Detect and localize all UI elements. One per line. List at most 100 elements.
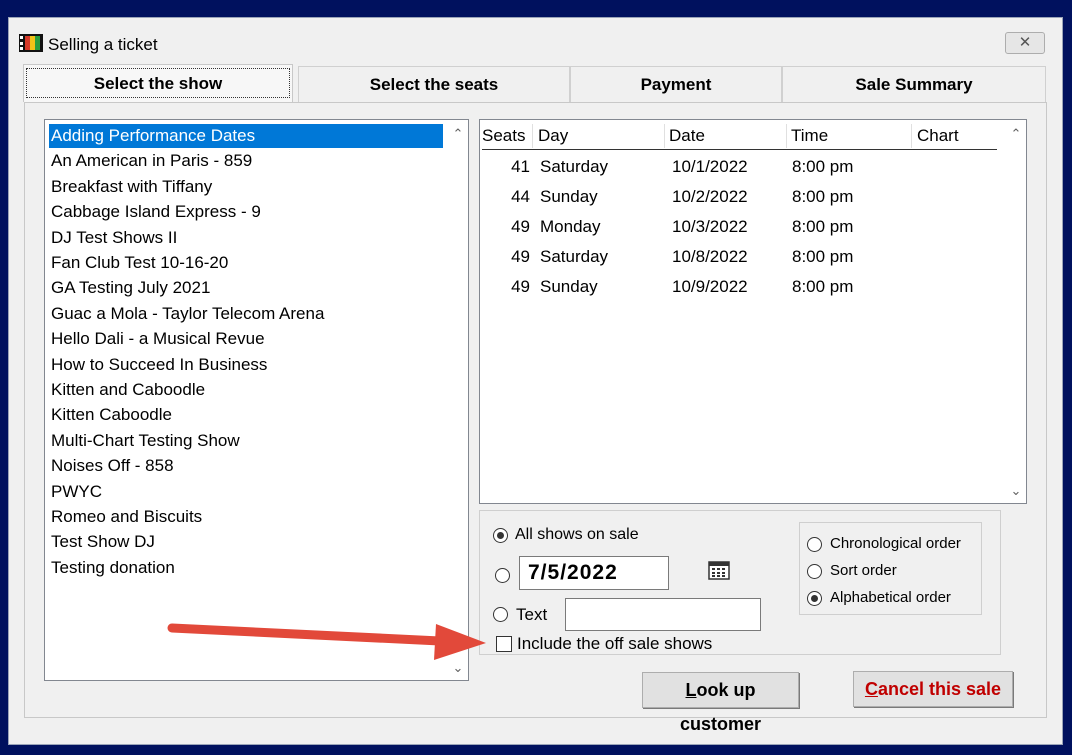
scroll-down-icon[interactable]: ⌄ xyxy=(448,660,468,676)
title-bar[interactable]: Selling a ticket ✕ xyxy=(9,18,1062,66)
show-list-item[interactable]: Adding Performance Dates xyxy=(49,124,443,148)
sort-order-label[interactable]: Sort order xyxy=(830,562,897,579)
col-header-seats[interactable]: Seats xyxy=(482,124,525,148)
cell-seats: 41 xyxy=(511,157,530,176)
scroll-up-icon[interactable]: ⌃ xyxy=(448,126,468,142)
selling-ticket-window: Selling a ticket ✕ Select the show Selec… xyxy=(8,17,1063,745)
cell-day: Sunday xyxy=(540,277,598,296)
show-list-item[interactable]: Guac a Mola - Taylor Telecom Arena xyxy=(49,302,443,326)
performance-row[interactable]: 44 Sunday 10/2/2022 8:00 pm xyxy=(480,182,1000,212)
performance-list[interactable]: Seats Day Date Time Chart 41 Saturday 10/1… xyxy=(479,119,1027,504)
date-radio[interactable] xyxy=(495,568,510,583)
cell-time: 8:00 pm xyxy=(792,217,854,236)
cell-chart xyxy=(917,272,987,302)
cell-chart xyxy=(917,242,987,272)
cell-chart xyxy=(917,152,987,182)
sort-order-radio[interactable] xyxy=(807,564,822,579)
performance-row[interactable]: 41 Saturday 10/1/2022 8:00 pm xyxy=(480,152,1000,182)
lookup-mnemonic: L xyxy=(685,680,697,700)
cancel-label: ancel this sale xyxy=(877,679,1002,699)
cell-time: 8:00 pm xyxy=(792,277,854,296)
col-separator[interactable] xyxy=(664,124,665,148)
performance-row[interactable]: 49 Saturday 10/8/2022 8:00 pm xyxy=(480,242,1000,272)
cell-date: 10/3/2022 xyxy=(672,217,748,236)
alphabetical-label[interactable]: Alphabetical order xyxy=(830,589,951,606)
alphabetical-radio[interactable] xyxy=(807,591,822,606)
calendar-icon[interactable] xyxy=(704,558,734,584)
show-list-item[interactable]: DJ Test Shows II xyxy=(49,226,443,250)
tab-select-seats[interactable]: Select the seats xyxy=(298,66,570,102)
cell-seats: 49 xyxy=(511,217,530,236)
show-list-item[interactable]: Test Show DJ xyxy=(49,530,443,554)
cell-time: 8:00 pm xyxy=(792,187,854,206)
text-search-field[interactable] xyxy=(565,598,761,631)
include-off-sale-checkbox[interactable] xyxy=(496,636,512,652)
tab-sale-summary[interactable]: Sale Summary xyxy=(782,66,1046,102)
cell-chart xyxy=(917,212,987,242)
tab-payment-label: Payment xyxy=(640,75,712,94)
date-field[interactable]: 7/5/2022 xyxy=(519,556,669,590)
all-shows-radio[interactable] xyxy=(493,528,508,543)
cell-time: 8:00 pm xyxy=(792,157,854,176)
tab-payment[interactable]: Payment xyxy=(570,66,782,102)
cancel-sale-button[interactable]: Cancel this sale xyxy=(853,671,1013,707)
cell-chart xyxy=(917,182,987,212)
col-separator[interactable] xyxy=(532,124,533,148)
col-header-time[interactable]: Time xyxy=(791,124,828,148)
show-list[interactable]: Adding Performance Dates An American in P… xyxy=(44,119,469,681)
show-list-item[interactable]: An American in Paris - 859 xyxy=(49,149,443,173)
cell-day: Monday xyxy=(540,217,601,236)
text-radio-label[interactable]: Text xyxy=(516,605,547,625)
tab-select-show-label: Select the show xyxy=(26,68,290,98)
cell-day: Sunday xyxy=(540,187,598,206)
cell-seats: 49 xyxy=(511,247,530,266)
chronological-label[interactable]: Chronological order xyxy=(830,535,961,552)
col-separator[interactable] xyxy=(911,124,912,148)
text-radio[interactable] xyxy=(493,607,508,622)
window-title: Selling a ticket xyxy=(48,35,158,54)
show-list-item[interactable]: PWYC xyxy=(49,480,443,504)
performance-row[interactable]: 49 Sunday 10/9/2022 8:00 pm xyxy=(480,272,1000,302)
tab-select-show[interactable]: Select the show xyxy=(23,64,293,102)
cell-seats: 49 xyxy=(511,277,530,296)
col-header-day[interactable]: Day xyxy=(538,124,568,148)
show-list-item[interactable]: Multi-Chart Testing Show xyxy=(49,429,443,453)
show-list-item[interactable]: Kitten and Caboodle xyxy=(49,378,443,402)
header-divider xyxy=(482,149,997,150)
cell-time: 8:00 pm xyxy=(792,247,854,266)
cell-date: 10/9/2022 xyxy=(672,277,748,296)
col-header-date[interactable]: Date xyxy=(669,124,705,148)
performance-row[interactable]: 49 Monday 10/3/2022 8:00 pm xyxy=(480,212,1000,242)
scroll-up-icon[interactable]: ⌃ xyxy=(1006,126,1026,142)
film-strip-icon xyxy=(19,34,43,52)
scroll-down-icon[interactable]: ⌄ xyxy=(1006,483,1026,499)
show-list-item[interactable]: Noises Off - 858 xyxy=(49,454,443,478)
cancel-mnemonic: C xyxy=(864,679,878,699)
show-list-item[interactable]: How to Succeed In Business xyxy=(49,353,443,377)
show-list-item[interactable]: GA Testing July 2021 xyxy=(49,276,443,300)
show-list-item[interactable]: Breakfast with Tiffany xyxy=(49,175,443,199)
cell-seats: 44 xyxy=(511,187,530,206)
show-list-item[interactable]: Hello Dali - a Musical Revue xyxy=(49,327,443,351)
look-up-customer-button[interactable]: Look up customer xyxy=(642,672,799,734)
close-button[interactable]: ✕ xyxy=(1005,32,1045,54)
col-header-chart[interactable]: Chart xyxy=(917,124,959,148)
cell-date: 10/2/2022 xyxy=(672,187,748,206)
col-separator[interactable] xyxy=(786,124,787,148)
include-off-sale-label[interactable]: Include the off sale shows xyxy=(517,634,712,654)
show-list-item[interactable]: Cabbage Island Express - 9 xyxy=(49,200,443,224)
tab-select-seats-label: Select the seats xyxy=(369,75,499,94)
tab-sale-summary-label: Sale Summary xyxy=(855,75,973,94)
show-list-item[interactable]: Testing donation xyxy=(49,556,443,580)
cell-day: Saturday xyxy=(540,157,609,176)
cell-day: Saturday xyxy=(540,247,609,266)
show-list-scrollbar[interactable]: ⌃ ⌄ xyxy=(448,120,468,680)
cell-date: 10/1/2022 xyxy=(672,157,748,176)
all-shows-label[interactable]: All shows on sale xyxy=(515,526,639,544)
chronological-radio[interactable] xyxy=(807,537,822,552)
show-list-item[interactable]: Fan Club Test 10-16-20 xyxy=(49,251,443,275)
show-list-item[interactable]: Romeo and Biscuits xyxy=(49,505,443,529)
cell-date: 10/8/2022 xyxy=(672,247,748,266)
show-list-item[interactable]: Kitten Caboodle xyxy=(49,403,443,427)
performance-list-scrollbar[interactable]: ⌃ ⌄ xyxy=(1006,120,1026,503)
